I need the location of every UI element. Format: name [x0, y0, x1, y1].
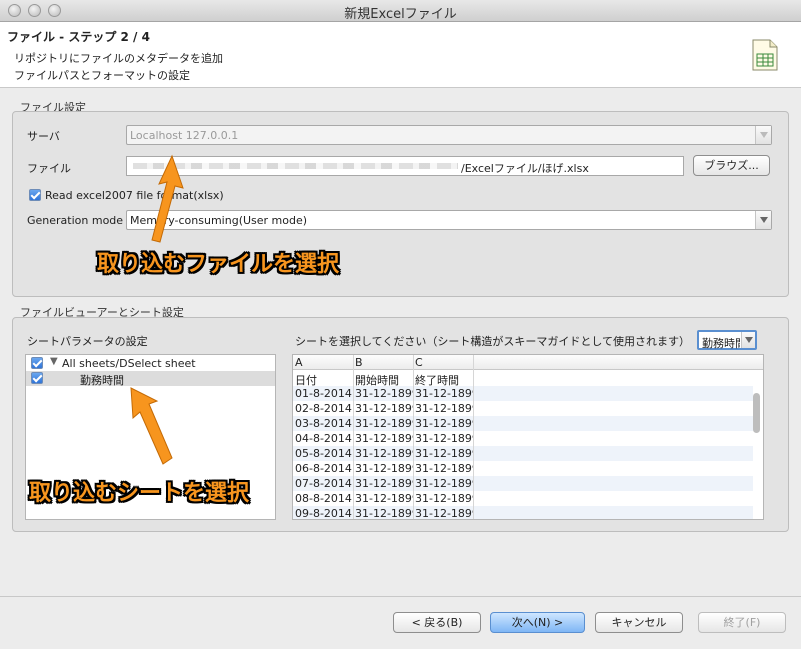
sheet-preview-grid[interactable]: A B C 日付 開始時間 終了時間 01-8-2014 31-12-1899 …	[292, 354, 764, 520]
generation-mode-select[interactable]: Memory-consuming(User mode)	[126, 210, 772, 230]
file-path-input[interactable]: /Excelファイル/ほげ.xlsx	[126, 156, 684, 176]
step-description-1: リポジトリにファイルのメタデータを追加	[14, 52, 223, 65]
cancel-button[interactable]: キャンセル	[595, 612, 683, 633]
grid-column-header: A B C	[293, 355, 763, 370]
triangle-down-icon[interactable]: ▼	[50, 356, 58, 367]
sheet-select[interactable]: 勤務時間	[697, 330, 757, 350]
back-button[interactable]: < 戻る(B)	[393, 612, 481, 633]
read-excel2007-checkbox[interactable]	[29, 189, 41, 201]
next-button[interactable]: 次へ(N) >	[490, 612, 585, 633]
step-description-2: ファイルパスとフォーマットの設定	[14, 69, 190, 82]
tree-item-all-sheets[interactable]: ▼ All sheets/DSelect sheet	[26, 356, 275, 371]
chevron-down-icon	[755, 211, 771, 229]
table-row: 01-8-2014 31-12-1899 31-12-1899	[293, 386, 753, 401]
grid-divider	[353, 355, 354, 519]
grid-scrollbar[interactable]	[752, 371, 762, 519]
grid-divider	[413, 355, 414, 519]
table-row: 05-8-2014 31-12-1899 31-12-1899	[293, 446, 753, 461]
annotation-select-sheet: 取り込むシートを選択	[29, 481, 250, 506]
window-title: 新規Excelファイル	[344, 7, 457, 22]
server-label: サーバ	[27, 130, 60, 143]
table-row: 09-8-2014 31-12-1899 31-12-1899	[293, 506, 753, 519]
window-titlebar: 新規Excelファイル	[0, 0, 801, 22]
sheet-params-label: シートパラメータの設定	[27, 335, 148, 348]
annotation-select-file: 取り込むファイルを選択	[97, 252, 340, 277]
table-row: 日付 開始時間 終了時間	[295, 374, 459, 387]
tree-checkbox[interactable]	[31, 357, 43, 369]
wizard-header: ファイル - ステップ 2 / 4 リポジトリにファイルのメタデータを追加 ファ…	[0, 22, 801, 88]
chevron-down-icon	[755, 126, 771, 144]
footer-separator	[0, 596, 801, 597]
step-title: ファイル - ステップ 2 / 4	[7, 30, 150, 44]
redacted-path	[133, 163, 458, 169]
tree-item-sheet[interactable]: 勤務時間	[26, 371, 275, 387]
read-excel2007-label: Read excel2007 file format(xlsx)	[45, 189, 224, 202]
table-row: 06-8-2014 31-12-1899 31-12-1899	[295, 462, 473, 475]
finish-button[interactable]: 終了(F)	[698, 612, 786, 633]
excel-file-icon	[752, 39, 778, 71]
table-row: 07-8-2014 31-12-1899 31-12-1899	[293, 476, 753, 491]
file-label: ファイル	[27, 162, 71, 175]
scrollbar-thumb[interactable]	[753, 393, 760, 433]
table-row: 08-8-2014 31-12-1899 31-12-1899	[295, 492, 473, 505]
table-row: 02-8-2014 31-12-1899 31-12-1899	[295, 402, 473, 415]
browse-button[interactable]: ブラウズ...	[693, 155, 770, 176]
chevron-down-icon	[741, 332, 755, 348]
tree-checkbox[interactable]	[31, 372, 43, 384]
table-row: 04-8-2014 31-12-1899 31-12-1899	[295, 432, 473, 445]
table-row: 03-8-2014 31-12-1899 31-12-1899	[293, 416, 753, 431]
server-select: Localhost 127.0.0.1	[126, 125, 772, 145]
generation-mode-label: Generation mode	[27, 214, 124, 227]
grid-divider	[473, 355, 474, 519]
select-sheet-label: シートを選択してください（シート構造がスキーマガイドとして使用されます）	[295, 335, 691, 348]
